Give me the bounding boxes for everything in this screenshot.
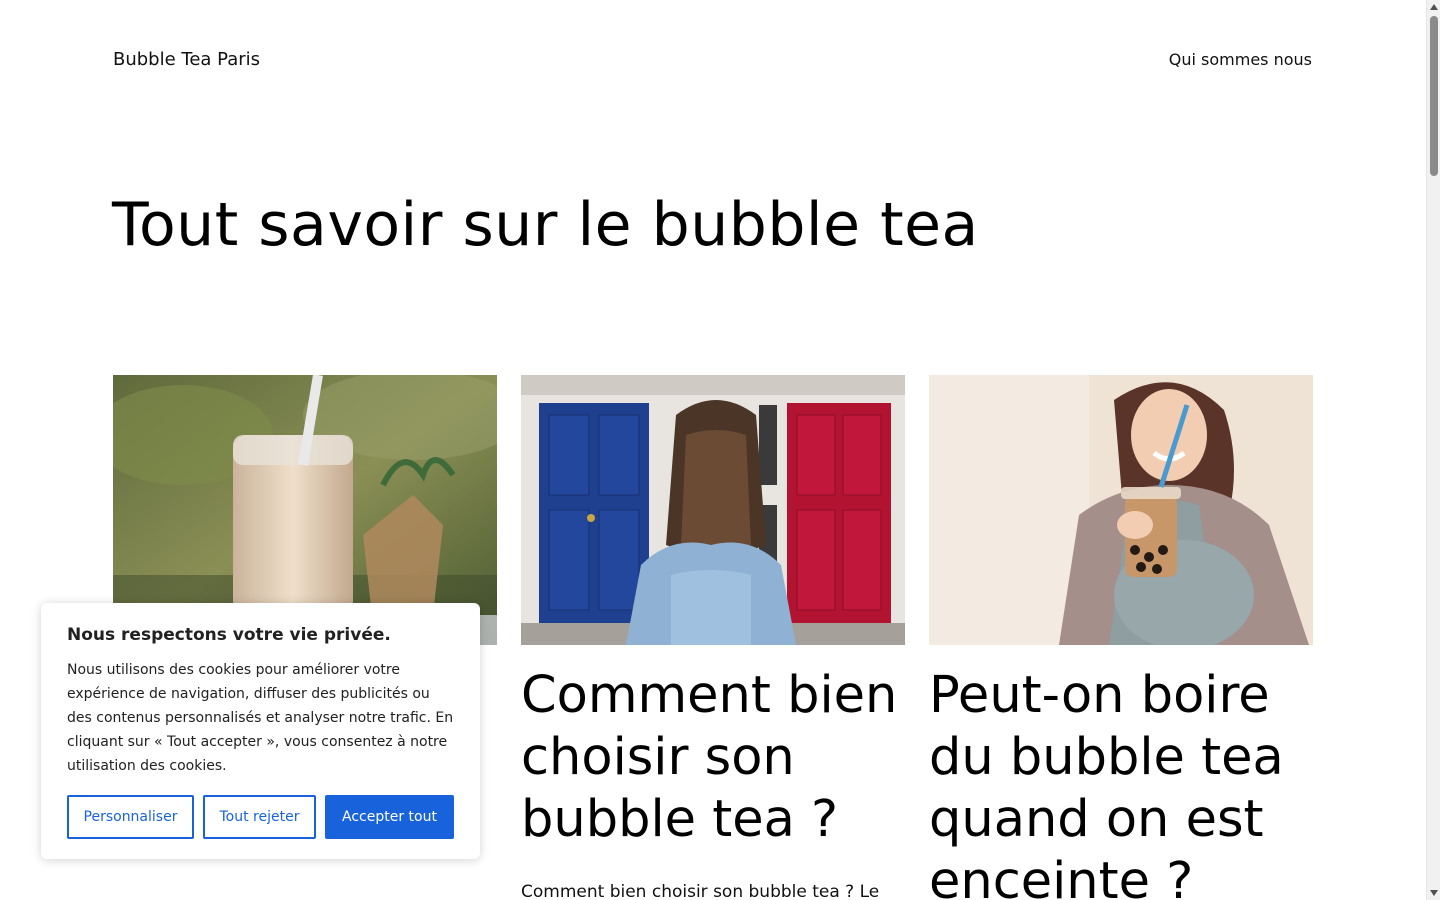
accept-all-button[interactable]: Accepter tout (325, 795, 454, 839)
article-card[interactable]: Peut-on boire du bubble tea quand on est… (929, 375, 1313, 900)
cookie-banner-text: Nous utilisons des cookies pour améliore… (67, 662, 454, 774)
vertical-scrollbar[interactable] (1426, 0, 1440, 900)
cookie-consent-banner: Nous respectons votre vie privée. Nous u… (41, 603, 480, 859)
customize-button[interactable]: Personnaliser (67, 795, 194, 839)
nav-link-about[interactable]: Qui sommes nous (1169, 50, 1312, 69)
cookie-banner-title: Nous respectons votre vie privée. (67, 625, 391, 645)
scroll-up-arrow-icon[interactable] (1430, 4, 1438, 10)
site-title[interactable]: Bubble Tea Paris (113, 49, 260, 70)
article-excerpt: Comment bien choisir son bubble tea ? Le (521, 882, 880, 900)
scrollbar-thumb[interactable] (1430, 16, 1438, 176)
scroll-down-arrow-icon[interactable] (1430, 890, 1438, 896)
article-card[interactable]: Comment bien choisir son bubble tea ? Co… (521, 375, 905, 900)
page-title: Tout savoir sur le bubble tea (112, 190, 979, 260)
article-image-pregnant-woman[interactable] (929, 375, 1313, 645)
reject-all-button[interactable]: Tout rejeter (203, 795, 316, 839)
article-title[interactable]: Peut-on boire du bubble tea quand on est… (929, 665, 1313, 900)
cookie-actions: Personnaliser Tout rejeter Accepter tout (67, 795, 454, 839)
article-image-doors[interactable] (521, 375, 905, 645)
article-title[interactable]: Comment bien choisir son bubble tea ? (521, 665, 905, 851)
